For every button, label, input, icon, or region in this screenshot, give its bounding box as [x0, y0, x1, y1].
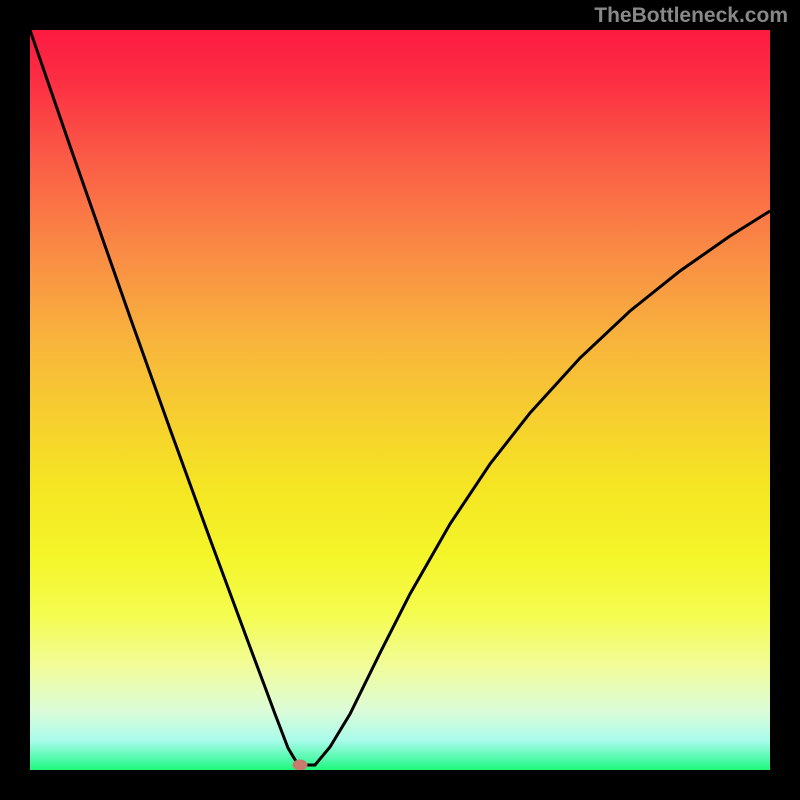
plot-area: [30, 30, 770, 770]
bottleneck-curve: [30, 30, 770, 765]
watermark-text: TheBottleneck.com: [594, 4, 788, 28]
curve-svg: [30, 30, 770, 770]
optimal-marker: [293, 760, 308, 771]
chart-container: TheBottleneck.com: [0, 0, 800, 800]
